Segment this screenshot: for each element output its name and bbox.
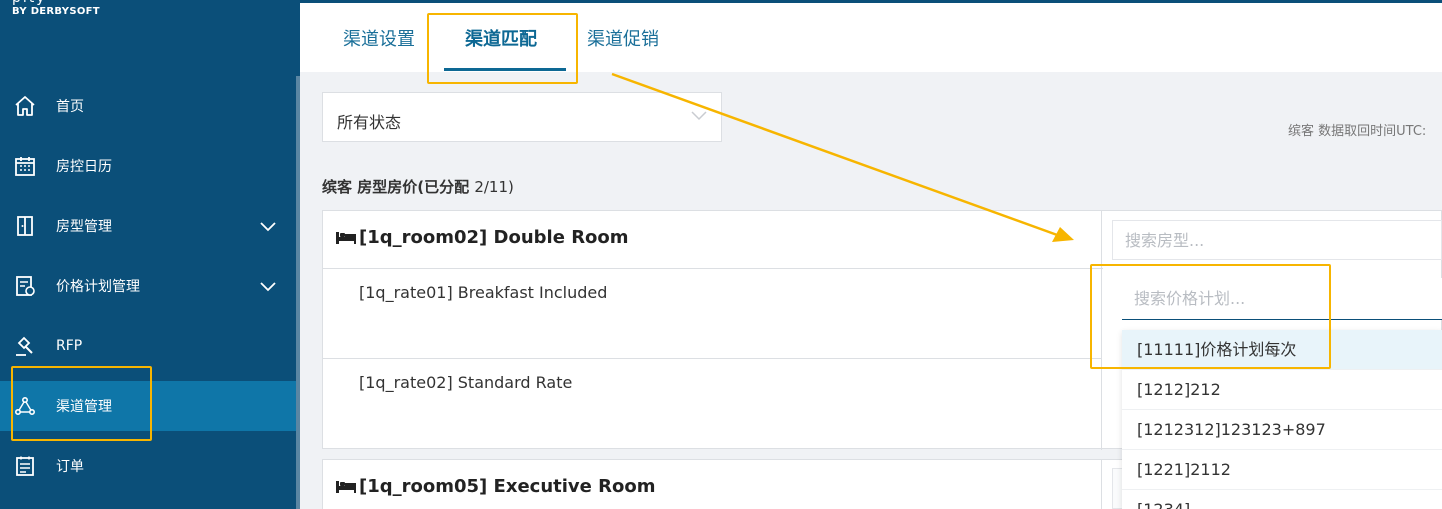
rate-plan-dropdown: [11111]价格计划每次 [1212]212 [1212312]123123+… <box>1122 330 1442 509</box>
section-title-text: 缤客 房型房价(已分配 <box>322 178 475 196</box>
chevron-down-icon <box>691 111 707 121</box>
sidebar-item-label: 首页 <box>56 99 84 115</box>
sidebar-item-price-plans[interactable]: 价格计划管理 <box>0 261 296 311</box>
room-header: [1q_room02] Double Room <box>323 211 1103 269</box>
tab-channel-settings[interactable]: 渠道设置 <box>343 25 415 51</box>
bed-icon <box>336 481 356 493</box>
active-tab-indicator <box>444 68 566 71</box>
room-title: [1q_room05] Executive Room <box>359 476 656 497</box>
sidebar-item-label: RFP <box>56 338 83 354</box>
assigned-count: 2/11) <box>474 178 514 196</box>
sidebar-item-calendar[interactable]: 房控日历 <box>0 141 296 191</box>
channel-icon <box>14 396 35 416</box>
home-icon <box>15 96 35 116</box>
door-icon <box>17 216 33 236</box>
rate-name: [1q_rate02] Standard Rate <box>359 373 573 392</box>
status-filter-value: 所有状态 <box>337 113 402 132</box>
rate-name: [1q_rate01] Breakfast Included <box>359 283 608 302</box>
sidebar-item-label: 价格计划管理 <box>56 279 140 295</box>
dropdown-option[interactable]: [1221]2112 <box>1122 450 1442 490</box>
dropdown-option[interactable]: [1212312]123123+897 <box>1122 410 1442 450</box>
tab-bar: 渠道设置 渠道匹配 渠道促销 <box>300 0 1442 72</box>
sidebar-scrollbar[interactable] <box>296 76 300 509</box>
sync-time-note: 缤客 数据取回时间UTC: <box>1288 124 1427 139</box>
chevron-down-icon <box>260 282 276 292</box>
dropdown-option[interactable]: [1234] <box>1122 490 1442 509</box>
sidebar-item-label: 房型管理 <box>56 219 112 235</box>
tab-channel-promotions[interactable]: 渠道促销 <box>587 25 659 51</box>
rate-row: [1q_rate02] Standard Rate <box>323 359 1101 449</box>
sidebar-item-channel-management[interactable]: 渠道管理 <box>0 381 296 431</box>
brand-subtitle: BY DERBYSOFT <box>12 6 100 17</box>
tab-channel-mapping[interactable]: 渠道匹配 <box>465 25 537 51</box>
bed-icon <box>336 232 356 244</box>
price-plan-icon <box>16 276 35 296</box>
column-divider <box>1101 460 1102 509</box>
sidebar-item-room-types[interactable]: 房型管理 <box>0 201 296 251</box>
sidebar-item-label: 订单 <box>56 459 84 475</box>
order-icon <box>16 456 34 476</box>
room-header: [1q_room05] Executive Room <box>323 460 1103 509</box>
column-divider <box>1101 211 1102 450</box>
status-filter-select[interactable]: 所有状态 <box>322 92 722 142</box>
dropdown-option[interactable]: [1212]212 <box>1122 370 1442 410</box>
rate-plan-search-field[interactable] <box>1122 278 1442 320</box>
section-title: 缤客 房型房价(已分配 2/11) <box>322 176 514 197</box>
sidebar-item-orders[interactable]: 订单 <box>0 441 296 491</box>
room-title: [1q_room02] Double Room <box>359 227 629 248</box>
dropdown-option[interactable]: [11111]价格计划每次 <box>1122 330 1442 370</box>
sidebar-item-label: 房控日历 <box>56 159 112 175</box>
sidebar-item-home[interactable]: 首页 <box>0 81 296 131</box>
gavel-icon <box>16 336 33 356</box>
chevron-down-icon <box>260 222 276 232</box>
rate-row: [1q_rate01] Breakfast Included <box>323 269 1101 359</box>
calendar-icon <box>15 157 35 176</box>
sidebar-item-rfp[interactable]: RFP <box>0 321 296 371</box>
room-search-field[interactable] <box>1112 220 1442 260</box>
rate-plan-search-input[interactable] <box>1122 278 1442 319</box>
sidebar-item-label: 渠道管理 <box>56 399 112 415</box>
room-search-input[interactable] <box>1113 221 1441 259</box>
sidebar: pity BY DERBYSOFT 首页 房控日历 房型管理 价格计划管理 RF… <box>0 0 300 509</box>
